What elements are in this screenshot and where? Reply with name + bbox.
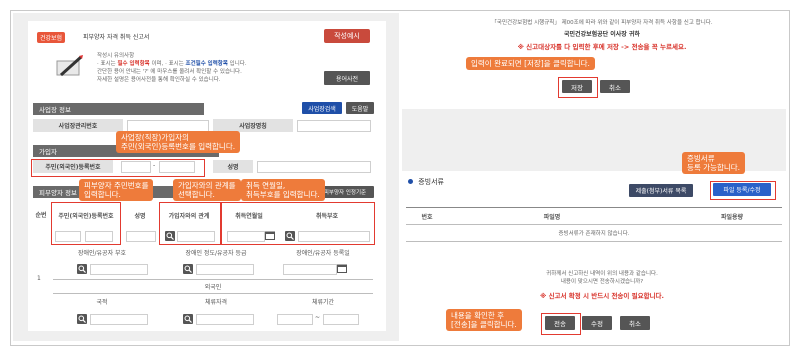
disabled-grade-label: 장애인 정도/유공자 등급 bbox=[185, 249, 247, 257]
example-button[interactable]: 작성예시 bbox=[324, 29, 370, 43]
stay-label: 체류자격 bbox=[204, 298, 228, 306]
dependent-name-input[interactable] bbox=[126, 231, 156, 242]
docs-col-name: 파일명 bbox=[543, 213, 561, 221]
confirm-line1: 귀하께서 신고하신 내역이 위의 내용과 같습니다. bbox=[546, 271, 658, 277]
dependent-rrn-highlight bbox=[51, 202, 121, 245]
subscriber-name-label: 성명 bbox=[213, 160, 253, 173]
help-button[interactable]: 도움말 bbox=[346, 102, 374, 114]
callout-acquisition: 취득 연월일, 취득부호를 입력합니다. bbox=[241, 179, 325, 201]
dictionary-button[interactable]: 용어사전 bbox=[324, 71, 370, 85]
save-highlight bbox=[558, 77, 598, 98]
notice-line2: 간단한 용어 안내는 '?' 에 마우스를 올려서 확인할 수 있습니다. bbox=[97, 69, 242, 75]
cancel-send-button[interactable]: 취소 bbox=[620, 316, 650, 330]
stay-search-icon[interactable] bbox=[183, 314, 193, 324]
notice-block: 작성시 유의사항 · 표시는 필수 입력항목 이며, · 표시는 조건필수 입력… bbox=[97, 52, 327, 84]
workplace-name-input[interactable] bbox=[297, 120, 371, 132]
disabled-grade-search-icon[interactable] bbox=[183, 264, 193, 274]
workplace-mgmt-no-label: 사업장관리번호 bbox=[33, 119, 123, 132]
relation-highlight bbox=[159, 202, 221, 245]
bullet-icon bbox=[408, 179, 413, 184]
period-start-input[interactable] bbox=[277, 314, 313, 325]
form-title: 피부양자 자격 취득 신고서 bbox=[83, 34, 150, 41]
notice-line1: · 표시는 필수 입력항목 이며, · 표시는 조건필수 입력항목 입니다. bbox=[97, 61, 247, 67]
stay-input[interactable] bbox=[196, 314, 254, 325]
disabled-code-search-icon[interactable] bbox=[77, 264, 87, 274]
workplace-search-button[interactable]: 사업장검색 bbox=[302, 102, 342, 114]
callout-docs: 증빙서류 등록 가능합니다. bbox=[682, 152, 746, 174]
disabled-date-label: 장애인/유공자 등록일 bbox=[296, 249, 350, 257]
health-insurance-badge: 건강보험 bbox=[37, 32, 66, 43]
cancel-button[interactable]: 취소 bbox=[600, 80, 630, 93]
docs-col-no: 번호 bbox=[421, 213, 433, 221]
file-register-highlight bbox=[710, 181, 776, 200]
right-panel: 「국민건강보험법 시행규칙」 제00조에 따라 위와 같이 피부양자 자격 취득… bbox=[402, 13, 786, 341]
callout-subscriber-rrn: 사업장(직장)가입자의 주민(외국인)등록번호를 입력합니다. bbox=[116, 131, 241, 153]
docs-header: 증빙서류 bbox=[408, 177, 444, 187]
callout-dependent-rrn: 피부양자 주민번호를 입력합니다. bbox=[79, 179, 154, 201]
disabled-date-calendar-icon[interactable] bbox=[337, 264, 347, 273]
acq-highlight bbox=[221, 202, 375, 245]
left-panel: 건강보험 피부양자 자격 취득 신고서 작성예시 작성시 유의사항 · 표시는 … bbox=[13, 13, 399, 341]
col-name: 성명 bbox=[134, 212, 146, 220]
docs-empty: 증빙서류가 존재하지 않습니다. bbox=[558, 231, 630, 237]
subscriber-name-input[interactable] bbox=[257, 161, 371, 173]
callout-save: 입력이 완료되면 [저장]을 클릭합니다. bbox=[466, 57, 595, 70]
period-label: 체류기간 bbox=[311, 298, 335, 306]
nation-label: 국적 bbox=[96, 298, 108, 306]
period-dash: ~ bbox=[315, 314, 321, 321]
col-no: 순번 bbox=[35, 211, 47, 219]
foreigner-label: 외국인 bbox=[204, 283, 222, 291]
period-end-input[interactable] bbox=[323, 314, 359, 325]
disabled-code-input[interactable] bbox=[90, 264, 148, 275]
notice-line3: 자세한 설명은 용어사전을 통해 확인하실 수 있습니다. bbox=[97, 77, 221, 83]
send-highlight bbox=[541, 313, 581, 335]
callout-send: 내용을 확인한 후 [전송]을 클릭합니다. bbox=[446, 309, 522, 331]
notice-title: 작성시 유의사항 bbox=[97, 53, 135, 59]
send-warning: ※ 신고서 확정 시 반드시 전송이 필요합니다. bbox=[539, 292, 665, 300]
pencil-book-icon bbox=[53, 51, 85, 83]
disabled-date-input[interactable] bbox=[283, 264, 337, 275]
workplace-header: 사업장 정보 bbox=[33, 103, 204, 115]
law-text: 「국민건강보험법 시행규칙」 제00조에 따라 위와 같이 피부양자 자격 취득… bbox=[491, 20, 713, 26]
save-send-warning: ※ 신고대상자를 다 입력한 후에 저장 -> 전송을 꼭 누르세요. bbox=[517, 43, 687, 51]
row-number: 1 bbox=[37, 275, 41, 282]
edit-button[interactable]: 수정 bbox=[582, 316, 612, 330]
nation-search-icon[interactable] bbox=[77, 314, 87, 324]
docs-col-size: 파일용량 bbox=[720, 213, 744, 221]
disabled-grade-input[interactable] bbox=[196, 264, 254, 275]
submit-list-button[interactable]: 제출(첨부)서류 목록 bbox=[629, 184, 693, 197]
confirm-line2: 내용이 맞으시면 전송하시겠습니까? bbox=[560, 279, 644, 285]
callout-relation: 가입자와의 관계를 선택합니다. bbox=[173, 179, 241, 201]
disabled-code-label: 장애인/유공자 부호 bbox=[77, 249, 127, 257]
org-text: 국민건강보험공단 이사장 귀하 bbox=[564, 31, 640, 38]
subscriber-rrn-highlight bbox=[31, 159, 205, 177]
nation-input[interactable] bbox=[90, 314, 148, 325]
